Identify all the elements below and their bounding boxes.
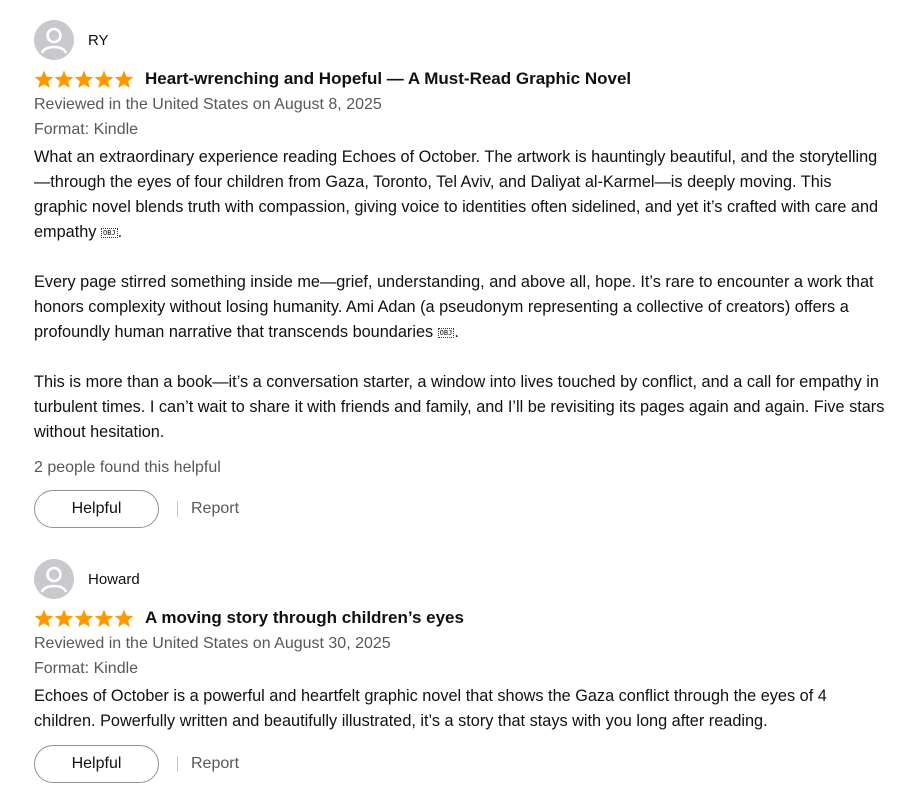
review-date: Reviewed in the United States on August … <box>34 96 382 113</box>
user-silhouette-icon <box>34 559 74 599</box>
helpful-count: 2 people found this helpful <box>34 459 221 476</box>
star-icon <box>94 609 114 627</box>
star-icon <box>54 70 74 88</box>
review-body: Echoes of October is a powerful and hear… <box>34 684 889 734</box>
star-rating[interactable] <box>34 608 134 628</box>
reviewer-profile[interactable]: Howard <box>34 559 889 599</box>
review-paragraph: Echoes of October is a powerful and hear… <box>34 687 827 730</box>
review-card: RY Heart-wrenching and Hopeful — A Must-… <box>34 20 889 528</box>
format-label[interactable]: Format: Kindle <box>34 656 889 681</box>
reviewer-name[interactable]: Howard <box>88 571 140 588</box>
review-title[interactable]: A moving story through children’s eyes <box>145 608 464 628</box>
avatar[interactable] <box>34 559 74 599</box>
star-icon <box>114 609 134 627</box>
review-card: Howard A moving story through children’s… <box>34 559 889 783</box>
review-paragraph: This is more than a book—it’s a conversa… <box>34 373 885 441</box>
star-icon <box>94 70 114 88</box>
helpful-button[interactable]: Helpful <box>34 745 159 783</box>
object-placeholder-icon: OBJ <box>100 228 118 238</box>
user-silhouette-icon <box>34 20 74 60</box>
avatar[interactable] <box>34 20 74 60</box>
star-icon <box>74 609 94 627</box>
star-icon <box>74 70 94 88</box>
review-title[interactable]: Heart-wrenching and Hopeful — A Must-Rea… <box>145 69 631 89</box>
review-body: What an extraordinary experience reading… <box>34 145 889 445</box>
star-icon <box>34 609 54 627</box>
star-icon <box>114 70 134 88</box>
report-link[interactable]: Report <box>191 500 239 518</box>
reviewer-profile[interactable]: RY <box>34 20 889 60</box>
object-placeholder-icon: OBJ <box>437 328 455 338</box>
format-label[interactable]: Format: Kindle <box>34 117 889 142</box>
report-link[interactable]: Report <box>191 755 239 773</box>
star-icon <box>54 609 74 627</box>
review-date: Reviewed in the United States on August … <box>34 635 391 652</box>
divider <box>177 756 178 772</box>
review-paragraph: What an extraordinary experience reading… <box>34 148 879 241</box>
divider <box>177 501 178 517</box>
reviewer-name[interactable]: RY <box>88 32 109 49</box>
review-paragraph: Every page stirred something inside me—g… <box>34 273 874 341</box>
star-rating[interactable] <box>34 69 134 89</box>
star-icon <box>34 70 54 88</box>
helpful-button[interactable]: Helpful <box>34 490 159 528</box>
